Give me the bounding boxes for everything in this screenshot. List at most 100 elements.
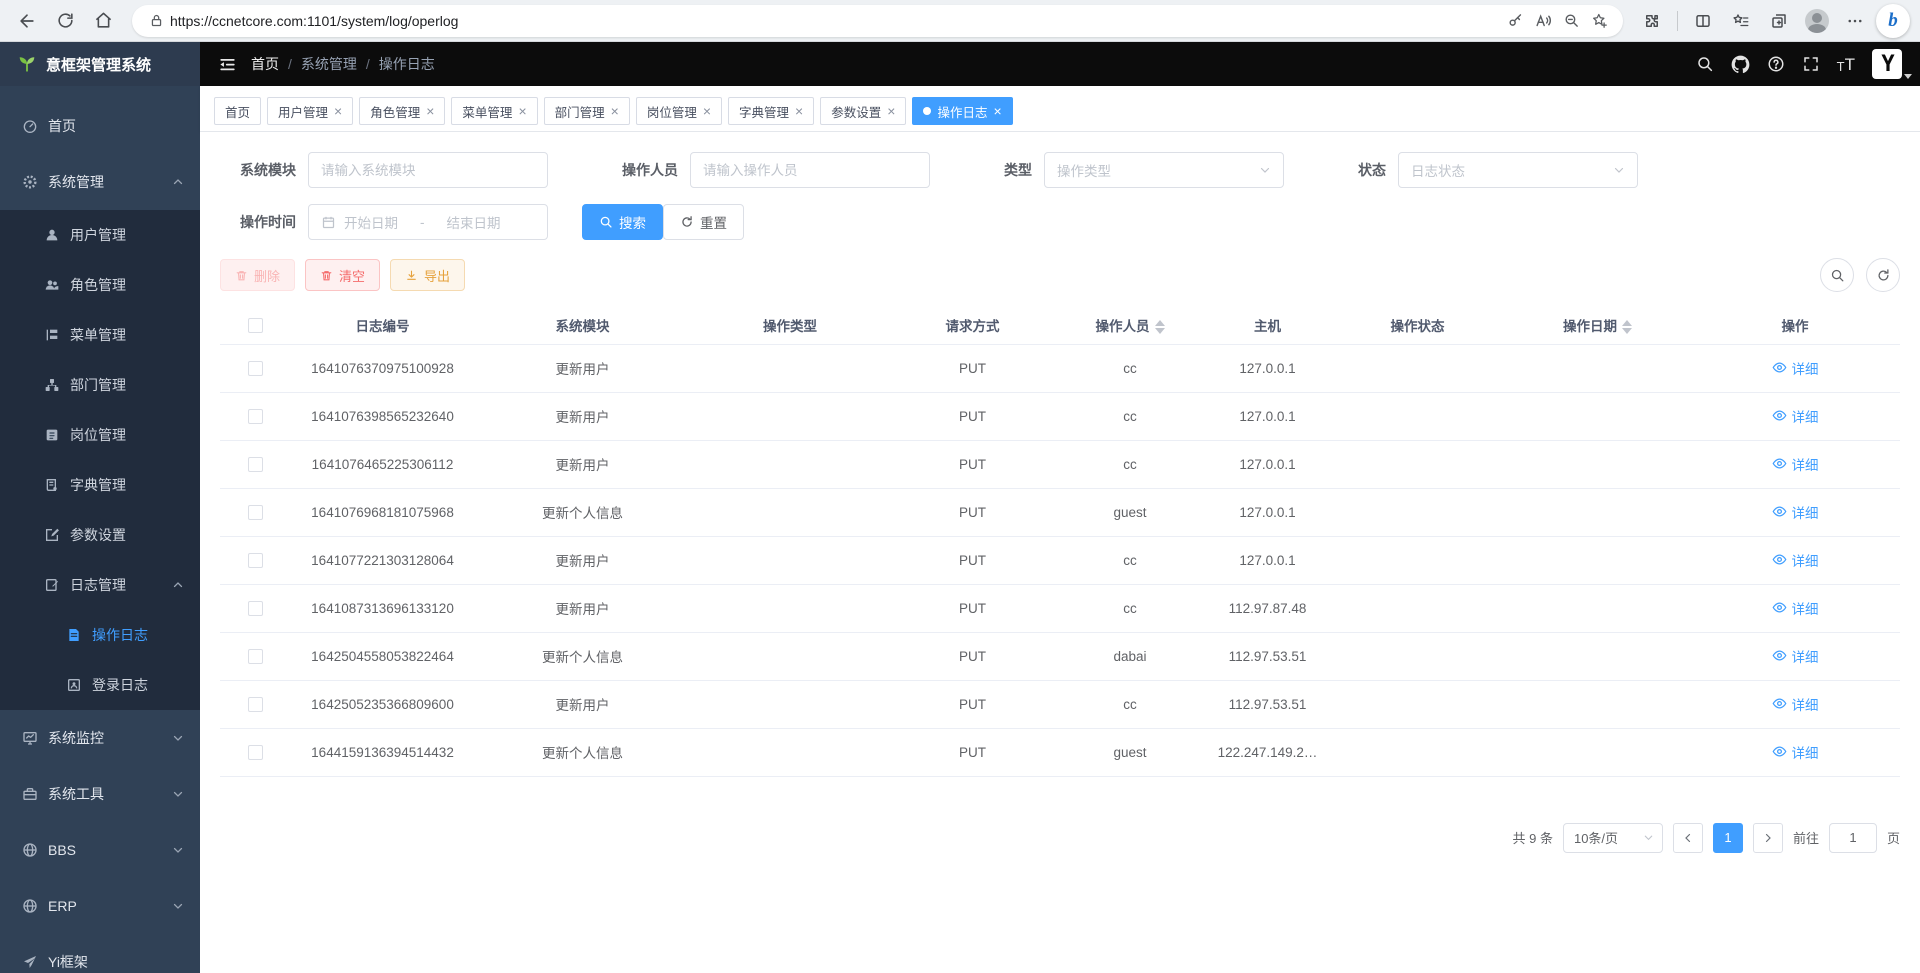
sidebar-item-home[interactable]: 首页 xyxy=(0,98,200,154)
extensions-icon[interactable] xyxy=(1635,4,1669,38)
row-checkbox[interactable] xyxy=(248,409,263,424)
sort-icons[interactable] xyxy=(1622,320,1632,334)
sidebar-item-dictionaries[interactable]: 字典管理 xyxy=(0,460,200,510)
read-aloud-icon[interactable] xyxy=(1529,7,1557,35)
bing-copilot-icon[interactable]: b xyxy=(1876,4,1910,38)
detail-link[interactable]: 详细 xyxy=(1772,406,1819,426)
close-icon[interactable]: × xyxy=(518,104,526,118)
sidebar-item-roles[interactable]: 角色管理 xyxy=(0,260,200,310)
page-size-select[interactable]: 10条/页 xyxy=(1563,823,1663,853)
collections-icon[interactable] xyxy=(1762,4,1796,38)
next-page-button[interactable] xyxy=(1753,823,1783,853)
collapse-sidebar-icon[interactable] xyxy=(218,55,237,74)
tag-menus[interactable]: 菜单管理× xyxy=(451,97,537,125)
export-button[interactable]: 导出 xyxy=(390,259,465,291)
sidebar-item-parameters[interactable]: 参数设置 xyxy=(0,510,200,560)
more-menu-icon[interactable] xyxy=(1838,4,1872,38)
help-icon[interactable] xyxy=(1767,55,1785,73)
url-input[interactable] xyxy=(170,13,1501,29)
sidebar-item-erp[interactable]: ERP xyxy=(0,878,200,934)
sidebar-item-bbs[interactable]: BBS xyxy=(0,822,200,878)
font-size-icon[interactable]: TT xyxy=(1837,56,1855,73)
col-operator[interactable]: 操作人员 xyxy=(1055,306,1205,344)
tag-operation-log[interactable]: 操作日志× xyxy=(912,97,1012,125)
row-checkbox[interactable] xyxy=(248,457,263,472)
close-icon[interactable]: × xyxy=(795,104,803,118)
sidebar-item-login-log[interactable]: 登录日志 xyxy=(0,660,200,710)
col-date[interactable]: 操作日期 xyxy=(1505,306,1690,344)
close-icon[interactable]: × xyxy=(993,104,1001,118)
goto-page-input[interactable] xyxy=(1829,823,1877,853)
row-checkbox[interactable] xyxy=(248,361,263,376)
detail-link[interactable]: 详细 xyxy=(1772,502,1819,522)
password-key-icon[interactable] xyxy=(1501,7,1529,35)
type-select[interactable]: 操作类型 xyxy=(1044,152,1284,188)
detail-link[interactable]: 详细 xyxy=(1772,358,1819,378)
sidebar-item-operation-log[interactable]: 操作日志 xyxy=(0,610,200,660)
row-checkbox[interactable] xyxy=(248,601,263,616)
delete-button[interactable]: 删除 xyxy=(220,259,295,291)
reset-button[interactable]: 重置 xyxy=(663,204,744,240)
refresh-table-button[interactable] xyxy=(1866,258,1900,292)
detail-link[interactable]: 详细 xyxy=(1772,694,1819,714)
breadcrumb-home[interactable]: 首页 xyxy=(251,54,279,74)
back-icon[interactable] xyxy=(10,4,44,38)
refresh-icon[interactable] xyxy=(48,4,82,38)
detail-link[interactable]: 详细 xyxy=(1772,550,1819,570)
search-button[interactable]: 搜索 xyxy=(582,204,663,240)
tag-roles[interactable]: 角色管理× xyxy=(359,97,445,125)
tag-posts[interactable]: 岗位管理× xyxy=(636,97,722,125)
sidebar-item-system[interactable]: 系统管理 xyxy=(0,154,200,210)
prev-page-button[interactable] xyxy=(1673,823,1703,853)
breadcrumb-system[interactable]: 系统管理 xyxy=(301,54,357,74)
page-number-button[interactable]: 1 xyxy=(1713,823,1743,853)
breadcrumb: 首页 / 系统管理 / 操作日志 xyxy=(251,54,435,74)
close-icon[interactable]: × xyxy=(887,104,895,118)
row-checkbox[interactable] xyxy=(248,745,263,760)
split-screen-icon[interactable] xyxy=(1686,4,1720,38)
sidebar-item-yi-framework[interactable]: Yi框架 xyxy=(0,934,200,973)
browser-profile-avatar[interactable] xyxy=(1800,4,1834,38)
sidebar-item-logs[interactable]: 日志管理 xyxy=(0,560,200,610)
row-checkbox[interactable] xyxy=(248,649,263,664)
github-icon[interactable] xyxy=(1731,55,1750,74)
date-range-picker[interactable]: 开始日期 - 结束日期 xyxy=(308,204,548,240)
status-select[interactable]: 日志状态 xyxy=(1398,152,1638,188)
tag-parameters[interactable]: 参数设置× xyxy=(820,97,906,125)
user-avatar[interactable]: Y xyxy=(1872,49,1902,79)
sidebar-item-users[interactable]: 用户管理 xyxy=(0,210,200,260)
show-search-button[interactable] xyxy=(1820,258,1854,292)
add-favorite-icon[interactable] xyxy=(1585,7,1613,35)
tag-home[interactable]: 首页 xyxy=(214,97,261,125)
sidebar-item-menus[interactable]: 菜单管理 xyxy=(0,310,200,360)
row-checkbox[interactable] xyxy=(248,553,263,568)
home-icon[interactable] xyxy=(86,4,120,38)
module-input[interactable] xyxy=(321,163,535,178)
sidebar-item-posts[interactable]: 岗位管理 xyxy=(0,410,200,460)
detail-link[interactable]: 详细 xyxy=(1772,454,1819,474)
operator-input[interactable] xyxy=(703,163,917,178)
row-checkbox[interactable] xyxy=(248,697,263,712)
zoom-out-icon[interactable] xyxy=(1557,7,1585,35)
sidebar-item-tools[interactable]: 系统工具 xyxy=(0,766,200,822)
select-all-checkbox[interactable] xyxy=(248,318,263,333)
address-bar[interactable] xyxy=(132,5,1623,37)
sidebar-item-departments[interactable]: 部门管理 xyxy=(0,360,200,410)
sidebar-item-monitor[interactable]: 系统监控 xyxy=(0,710,200,766)
sort-icons[interactable] xyxy=(1155,320,1165,334)
search-icon[interactable] xyxy=(1696,55,1714,73)
detail-link[interactable]: 详细 xyxy=(1772,646,1819,666)
fullscreen-icon[interactable] xyxy=(1802,55,1820,73)
tag-users[interactable]: 用户管理× xyxy=(267,97,353,125)
close-icon[interactable]: × xyxy=(426,104,434,118)
tag-dictionaries[interactable]: 字典管理× xyxy=(728,97,814,125)
clear-button[interactable]: 清空 xyxy=(305,259,380,291)
detail-link[interactable]: 详细 xyxy=(1772,598,1819,618)
favorites-bar-icon[interactable] xyxy=(1724,4,1758,38)
close-icon[interactable]: × xyxy=(611,104,619,118)
close-icon[interactable]: × xyxy=(703,104,711,118)
tag-departments[interactable]: 部门管理× xyxy=(544,97,630,125)
detail-link[interactable]: 详细 xyxy=(1772,742,1819,762)
close-icon[interactable]: × xyxy=(334,104,342,118)
row-checkbox[interactable] xyxy=(248,505,263,520)
